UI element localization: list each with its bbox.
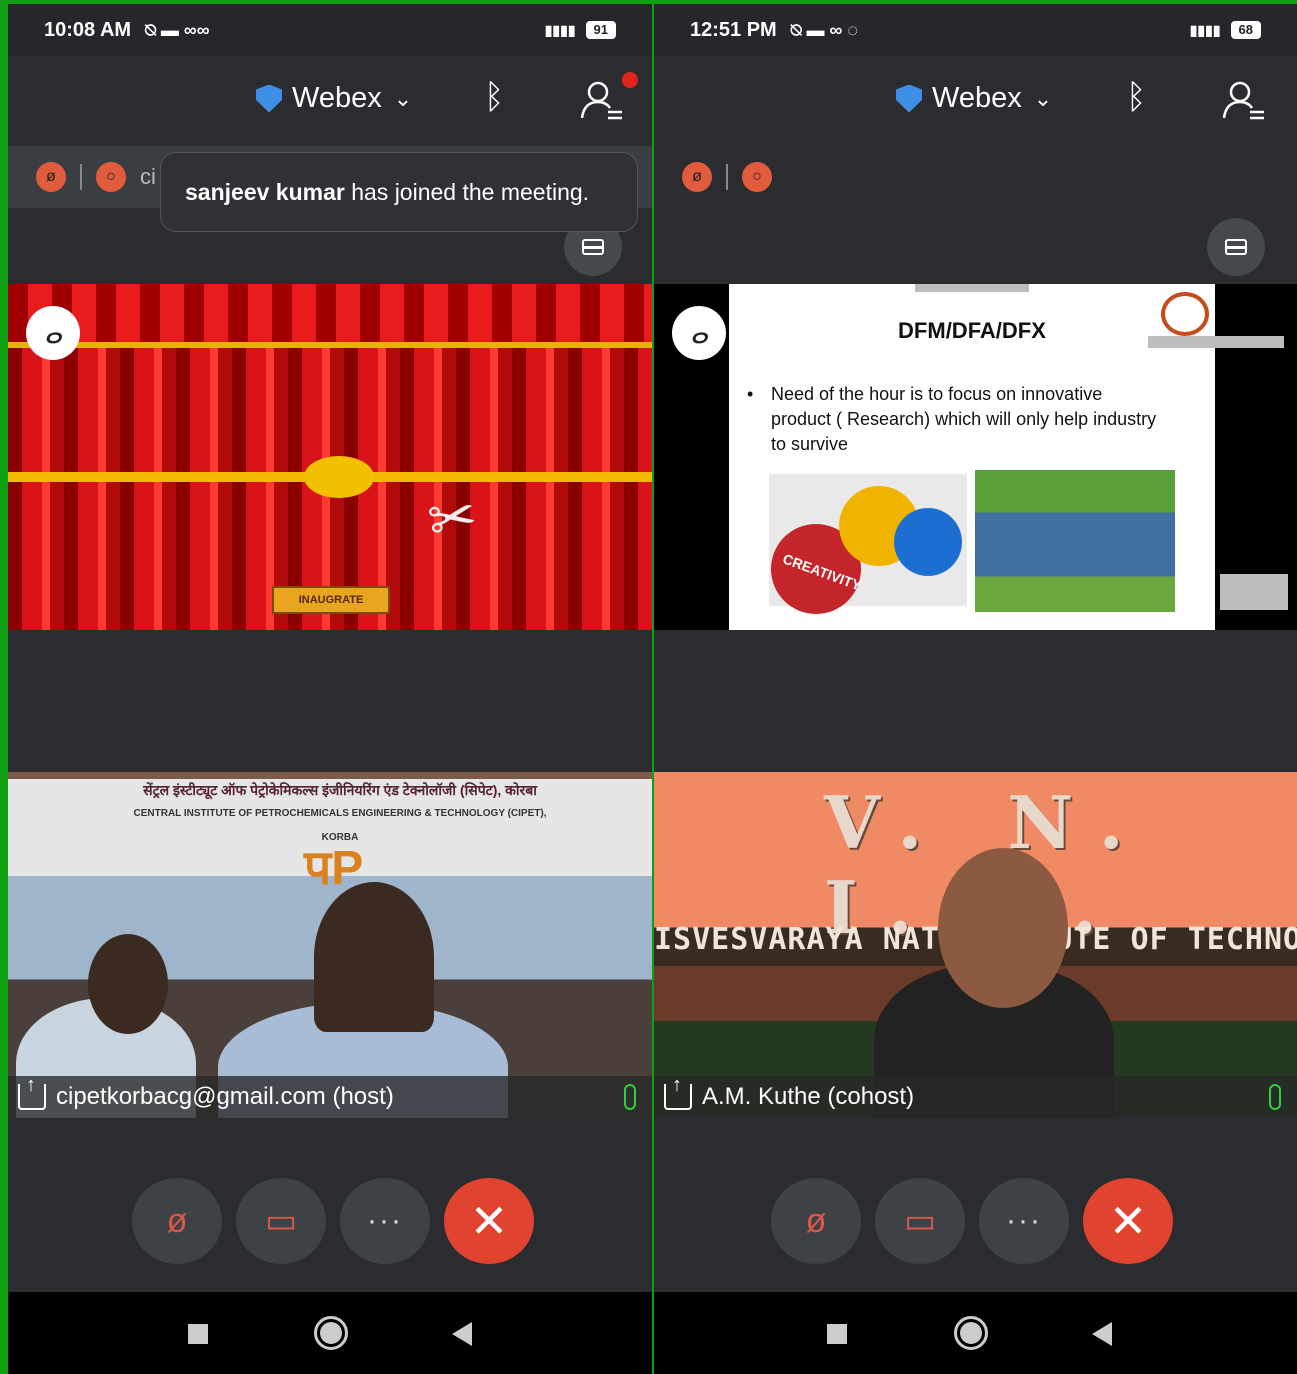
more-icon[interactable]: ··· (340, 1178, 430, 1264)
join-notification: sanjeev kumar has joined the meeting. (160, 152, 638, 232)
shared-content: DFM/DFA/DFX Need of the hour is to focus… (654, 284, 1297, 630)
slide-title: DFM/DFA/DFX (898, 318, 1046, 343)
app-name: Webex (932, 82, 1022, 114)
nav-recents-icon[interactable] (827, 1324, 847, 1344)
left-phone-screen: 10:08 AM ⍉ ▬ ∞∞ ▮▮▮▮ 91 Webex ⌄ ᛒ ø ○ ci… (8, 4, 652, 1374)
video-off-icon[interactable]: ▭ (236, 1178, 326, 1264)
more-icon[interactable]: ··· (979, 1178, 1069, 1264)
divider (726, 164, 728, 190)
bluetooth-icon[interactable]: ᛒ (484, 78, 504, 117)
shield-icon (256, 84, 282, 113)
slide-toolbar (915, 284, 1029, 292)
layout-icon[interactable] (1207, 218, 1265, 276)
notification-icons: ⍉ ▬ ∞∞ (145, 19, 210, 40)
end-call-icon[interactable]: ✕ (1083, 1178, 1173, 1264)
mic-icon (1269, 1084, 1281, 1110)
bluetooth-icon[interactable]: ᛒ (1126, 78, 1146, 117)
battery-indicator: 91 (585, 21, 616, 39)
call-controls: ø ▭ ··· ✕ (132, 1178, 534, 1264)
video-off-icon[interactable]: ▭ (875, 1178, 965, 1264)
chevron-down-icon: ⌄ (393, 85, 413, 111)
presentation-slide: DFM/DFA/DFX Need of the hour is to focus… (729, 284, 1215, 630)
battery-indicator: 68 (1230, 21, 1261, 39)
mute-icon[interactable]: ø (36, 162, 66, 192)
slide-strip (1148, 336, 1284, 348)
joined-name: sanjeev kumar (185, 178, 345, 205)
annotation-icon[interactable]: ⴰ (26, 306, 80, 360)
signal-icon: ▮▮▮▮ (544, 21, 576, 38)
participant-name: cipetkorbacg@gmail.com (host) (56, 1083, 394, 1110)
end-call-icon[interactable]: ✕ (444, 1178, 534, 1264)
banner-hindi: सेंट्रल इंस्टीट्यूट ऑफ पेट्रोकेमिकल्स इं… (143, 782, 537, 798)
status-bar: 10:08 AM ⍉ ▬ ∞∞ ▮▮▮▮ 91 (8, 4, 652, 56)
participant-video: सेंट्रल इंस्टीट्यूट ऑफ पेट्रोकेमिकल्स इं… (8, 772, 652, 1118)
participant-namebar: cipetkorbacg@gmail.com (host) (8, 1074, 652, 1118)
status-time: 10:08 AM (44, 18, 132, 41)
person-head (314, 882, 434, 1032)
android-navbar (8, 1292, 652, 1374)
mute-lock-icon[interactable]: ø (771, 1178, 861, 1264)
android-navbar (654, 1292, 1297, 1374)
inaugurate-button[interactable]: INAUGRATE (272, 586, 390, 614)
nav-home-icon[interactable] (314, 1316, 348, 1350)
participants-icon[interactable] (580, 78, 624, 122)
status-time: 12:51 PM (690, 18, 777, 41)
share-icon (18, 1074, 46, 1110)
notification-icons: ⍉ ▬ ∞ ◌ (790, 19, 859, 40)
slide-thumbnail (1220, 574, 1288, 610)
status-bar: 12:51 PM ⍉ ▬ ∞ ◌ ▮▮▮▮ 68 (654, 4, 1297, 56)
participants-icon[interactable] (1222, 78, 1266, 122)
participant-namebar: A.M. Kuthe (cohost) (654, 1074, 1297, 1118)
meeting-topbar: Webex ⌄ ᛒ (8, 56, 652, 146)
gears-image: CREATIVITY (769, 474, 967, 614)
nav-back-icon[interactable] (1092, 1322, 1112, 1346)
annotation-icon[interactable]: ⴰ (672, 306, 726, 360)
record-icon[interactable]: ○ (96, 162, 126, 192)
person-head (938, 848, 1068, 1008)
share-icon (664, 1074, 692, 1110)
person-head (88, 934, 168, 1034)
truncated-label: ci (140, 164, 156, 189)
mute-icon[interactable]: ø (682, 162, 712, 192)
ribbon-bow (304, 456, 374, 498)
mute-lock-icon[interactable]: ø (132, 1178, 222, 1264)
right-phone-screen: 12:51 PM ⍉ ▬ ∞ ◌ ▮▮▮▮ 68 Webex ⌄ ᛒ ø ○ D… (654, 4, 1297, 1374)
shared-content: ✂ INAUGRATE ⴰ (8, 284, 652, 630)
joined-message: has joined the meeting. (344, 178, 590, 205)
signal-icon: ▮▮▮▮ (1189, 21, 1221, 38)
record-icon[interactable]: ○ (742, 162, 772, 192)
rescue-image (975, 470, 1175, 612)
app-name: Webex (292, 82, 382, 114)
shield-icon (896, 84, 922, 113)
meeting-topbar: Webex ⌄ ᛒ (654, 56, 1297, 146)
nav-home-icon[interactable] (954, 1316, 988, 1350)
call-controls: ø ▭ ··· ✕ (771, 1178, 1173, 1264)
chevron-down-icon: ⌄ (1033, 85, 1053, 111)
slide-bullet: Need of the hour is to focus on innovati… (747, 382, 1157, 457)
participant-video: V. N. I. T. ISVESVARAYA NATIONAL UTE OF … (654, 772, 1297, 1118)
webex-menu[interactable]: Webex ⌄ (896, 82, 1052, 115)
mic-icon (624, 1084, 636, 1110)
participant-name: A.M. Kuthe (cohost) (702, 1083, 915, 1110)
meeting-controls-row: ø ○ (654, 146, 1297, 208)
notification-dot (622, 72, 638, 88)
curtain-valance (8, 284, 652, 348)
divider (80, 164, 82, 190)
nav-back-icon[interactable] (452, 1322, 472, 1346)
webex-menu[interactable]: Webex ⌄ (256, 82, 412, 115)
nav-recents-icon[interactable] (188, 1324, 208, 1344)
